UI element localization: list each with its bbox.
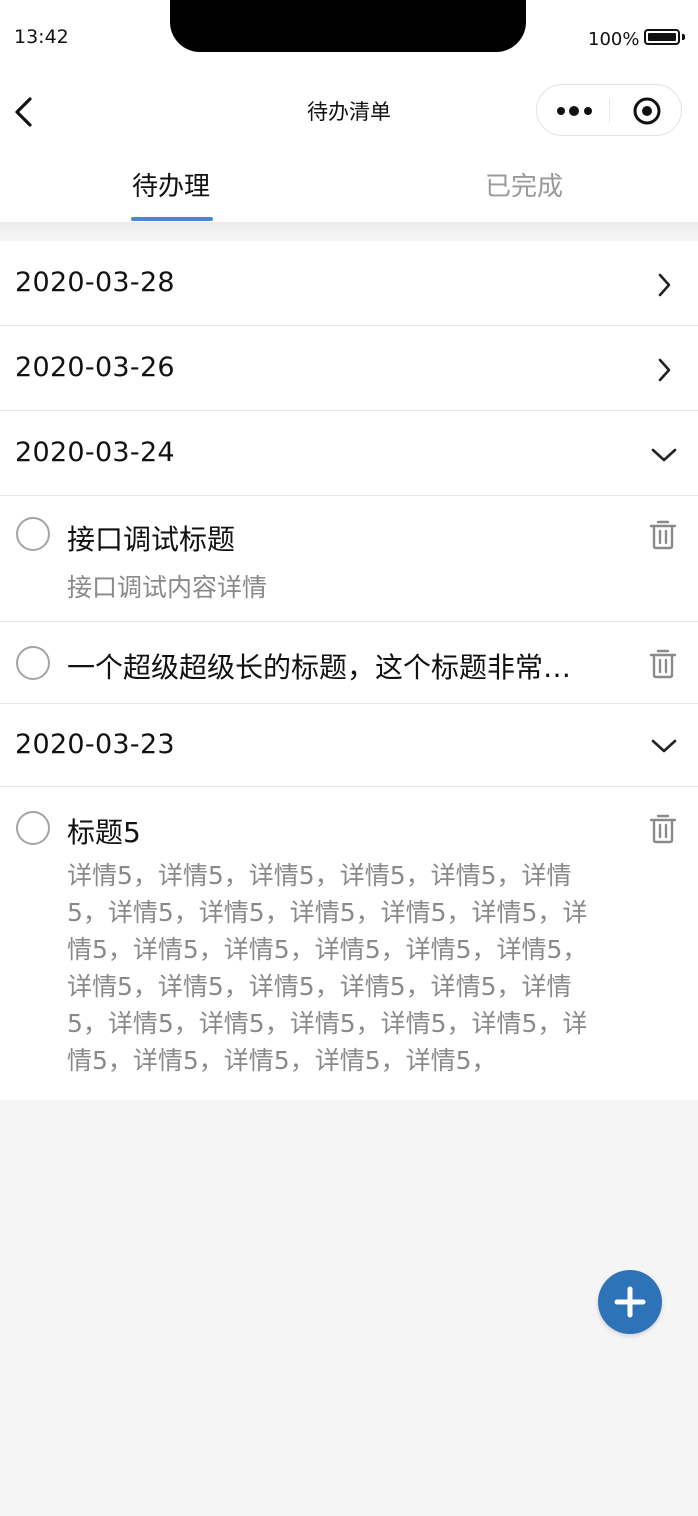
device-notch [170, 0, 526, 52]
chevron-down-icon [651, 448, 677, 462]
battery-tip [682, 34, 685, 40]
todo-detail: 接口调试内容详情 [67, 573, 268, 602]
status-time: 13:42 [14, 26, 69, 48]
group-date: 2020-03-24 [15, 437, 175, 468]
trash-icon[interactable] [649, 518, 677, 550]
top-bar: 13:42 100% 待办清单 待办理 已完成 [0, 0, 698, 222]
close-mini-program-button[interactable] [633, 97, 661, 125]
todo-title: 一个超级超级长的标题，这个标题非常… [67, 651, 572, 684]
trash-icon[interactable] [649, 647, 677, 679]
complete-checkbox[interactable] [16, 517, 50, 551]
battery-icon [644, 29, 680, 45]
plus-icon [614, 1286, 646, 1318]
tab-pending[interactable]: 待办理 [132, 166, 210, 203]
mini-program-capsule [536, 84, 682, 136]
active-tab-indicator [131, 217, 213, 221]
more-button[interactable] [555, 99, 599, 123]
more-dots-icon [557, 106, 592, 116]
date-group-header[interactable]: 2020-03-24 [0, 411, 698, 496]
todo-title: 标题5 [67, 816, 141, 849]
chevron-down-icon [651, 739, 677, 753]
trash-icon[interactable] [649, 812, 677, 844]
todo-item[interactable]: 接口调试标题 接口调试内容详情 [0, 496, 698, 622]
date-group-header[interactable]: 2020-03-26 [0, 326, 698, 411]
complete-checkbox[interactable] [16, 811, 50, 845]
date-group-header[interactable]: 2020-03-28 [0, 241, 698, 326]
complete-checkbox[interactable] [16, 646, 50, 680]
add-todo-button[interactable] [598, 1270, 662, 1334]
todo-title: 接口调试标题 [67, 523, 236, 556]
group-date: 2020-03-28 [15, 267, 175, 298]
battery-percent: 100% [588, 29, 640, 50]
group-date: 2020-03-23 [15, 729, 175, 760]
todo-item[interactable]: 一个超级超级长的标题，这个标题非常… [0, 622, 698, 704]
chevron-right-icon [658, 273, 671, 297]
date-group-header[interactable]: 2020-03-23 [0, 704, 698, 787]
todo-item[interactable]: 标题5 详情5，详情5，详情5，详情5，详情5，详情5，详情5，详情5，详情5，… [0, 787, 698, 1100]
group-date: 2020-03-26 [15, 352, 175, 383]
header-shadow [0, 222, 698, 240]
chevron-right-icon [658, 358, 671, 382]
tab-completed[interactable]: 已完成 [485, 166, 563, 203]
capsule-divider [609, 99, 610, 123]
record-icon [633, 97, 661, 125]
todo-detail: 详情5，详情5，详情5，详情5，详情5，详情5，详情5，详情5，详情5，详情5，… [67, 861, 588, 1075]
